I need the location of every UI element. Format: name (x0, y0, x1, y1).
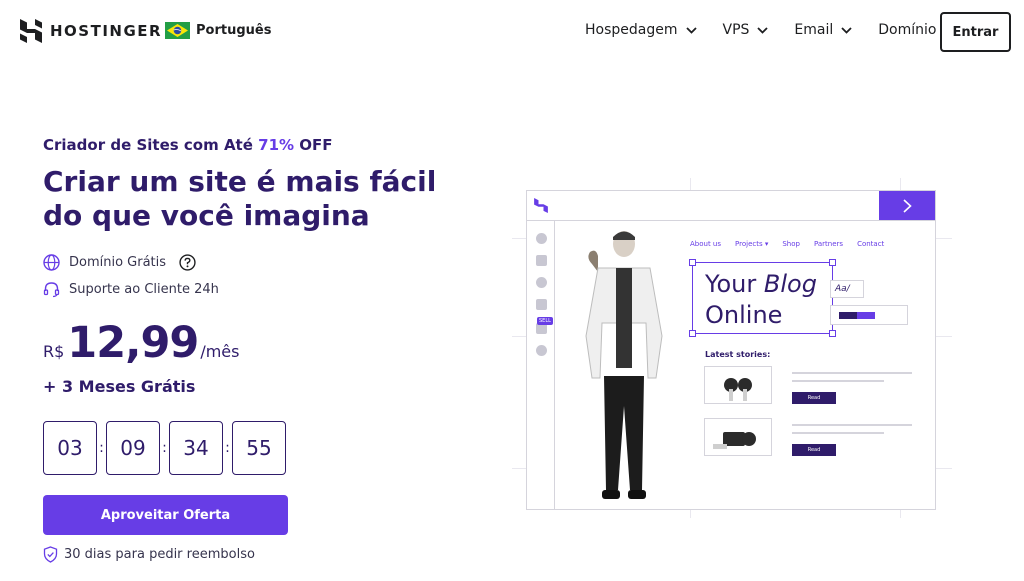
brand-name: HOSTINGER (50, 22, 163, 40)
person-with-owl-image (585, 231, 663, 499)
nav-item-label: Email (794, 22, 834, 38)
feature-free-domain: Domínio Grátis (43, 254, 196, 271)
camera-icon (713, 432, 756, 449)
layers-icon[interactable] (536, 255, 547, 266)
countdown-minutes: 34 (169, 421, 223, 475)
color-control (830, 305, 908, 325)
nav-item-email[interactable]: Email (794, 22, 852, 38)
preview-site-nav: About us Projects ▾ Shop Partners Contac… (690, 240, 884, 248)
nav-item-label: VPS (722, 22, 750, 38)
nav-item-vps[interactable]: VPS (723, 22, 769, 38)
bonus-months: + 3 Meses Grátis (43, 377, 196, 396)
text-placeholder (792, 432, 884, 434)
chevron-down-icon (685, 26, 697, 34)
shield-check-icon (43, 546, 58, 563)
money-back-guarantee: 30 dias para pedir reembolso (43, 546, 255, 563)
brazil-flag-icon (165, 22, 190, 39)
feature-label: Domínio Grátis (69, 255, 167, 270)
builder-topbar (527, 191, 935, 221)
palette-icon[interactable] (536, 277, 547, 288)
add-icon[interactable] (536, 233, 547, 244)
headset-icon (43, 282, 60, 298)
blog-title-plain: Your (705, 270, 764, 298)
help-icon[interactable] (179, 254, 196, 271)
resize-handle (829, 330, 836, 337)
eyebrow-discount: 71% (258, 136, 295, 154)
site-header: HOSTINGER Português Hospedagem VPS Email… (0, 0, 1024, 64)
main-nav: Hospedagem VPS Email Domínio (585, 22, 981, 38)
nav-item-label: Hospedagem (585, 22, 678, 38)
blog-title-line2: Online (705, 301, 783, 329)
nav-item-hospedagem[interactable]: Hospedagem (585, 22, 697, 38)
feature-support: Suporte ao Cliente 24h (43, 281, 219, 298)
hostinger-logo[interactable]: HOSTINGER (20, 19, 162, 43)
read-button: Read (792, 444, 836, 456)
text-placeholder (792, 380, 884, 382)
chevron-down-icon (841, 26, 852, 34)
price-period: /mês (200, 342, 240, 361)
feature-label: Suporte ao Cliente 24h (69, 282, 219, 297)
hero-headline: Criar um site é mais fácil do que você i… (43, 165, 437, 232)
hostinger-logo-icon (20, 19, 42, 43)
hostinger-logo-icon (534, 198, 548, 213)
resize-handle (689, 330, 696, 337)
next-button[interactable] (879, 191, 935, 220)
font-control: Aa/ (830, 280, 864, 298)
chevron-right-icon (902, 198, 912, 213)
countdown-separator: : (99, 440, 104, 456)
countdown-seconds: 55 (232, 421, 286, 475)
chevron-down-icon (757, 26, 769, 34)
story-thumbnail (704, 418, 772, 456)
text-placeholder (792, 372, 912, 374)
price-currency: R$ (43, 342, 65, 361)
countdown-hours: 09 (106, 421, 160, 475)
login-button[interactable]: Entrar (940, 12, 1011, 52)
blog-title-italic: Blog (763, 270, 817, 298)
preview-blog-title: Your Blog Online (689, 259, 836, 337)
claim-offer-button[interactable]: Aproveitar Oferta (43, 495, 288, 535)
countdown-separator: : (225, 440, 230, 456)
latest-stories-label: Latest stories: (705, 350, 771, 359)
language-label: Português (196, 23, 272, 38)
resize-handle (689, 259, 696, 266)
nav-item-label: Domínio (878, 22, 937, 38)
text-placeholder (792, 424, 912, 426)
website-builder-illustration: SELL About us Projects ▾ Shop Partners C… (512, 178, 952, 518)
language-selector[interactable]: Português (165, 22, 271, 39)
countdown-timer: 03 : 09 : 34 : 55 (43, 421, 286, 475)
ai-icon[interactable] (536, 345, 547, 356)
binoculars-icon (724, 378, 752, 401)
story-thumbnail (704, 366, 772, 404)
resize-handle (829, 259, 836, 266)
edit-icon[interactable] (536, 299, 547, 310)
globe-icon (43, 254, 60, 271)
preview-nav-item: About us (690, 240, 722, 248)
read-button: Read (792, 392, 836, 404)
guarantee-label: 30 dias para pedir reembolso (64, 547, 255, 562)
price-amount: 12,99 (67, 318, 199, 368)
sell-badge: SELL (537, 317, 553, 325)
builder-sidebar: SELL (527, 221, 555, 509)
preview-nav-item: Projects ▾ (735, 240, 769, 248)
eyebrow-suffix: OFF (294, 136, 333, 154)
preview-nav-item: Contact (857, 240, 885, 248)
promo-eyebrow: Criador de Sites com Até 71% OFF (43, 136, 333, 154)
preview-nav-item: Partners (813, 240, 844, 248)
color-swatch (857, 312, 875, 319)
eyebrow-prefix: Criador de Sites com Até (43, 136, 259, 154)
preview-nav-item: Shop (782, 240, 800, 248)
countdown-days: 03 (43, 421, 97, 475)
countdown-separator: : (162, 440, 167, 456)
color-swatch (839, 312, 857, 319)
price: R$ 12,99 /mês (43, 318, 239, 368)
